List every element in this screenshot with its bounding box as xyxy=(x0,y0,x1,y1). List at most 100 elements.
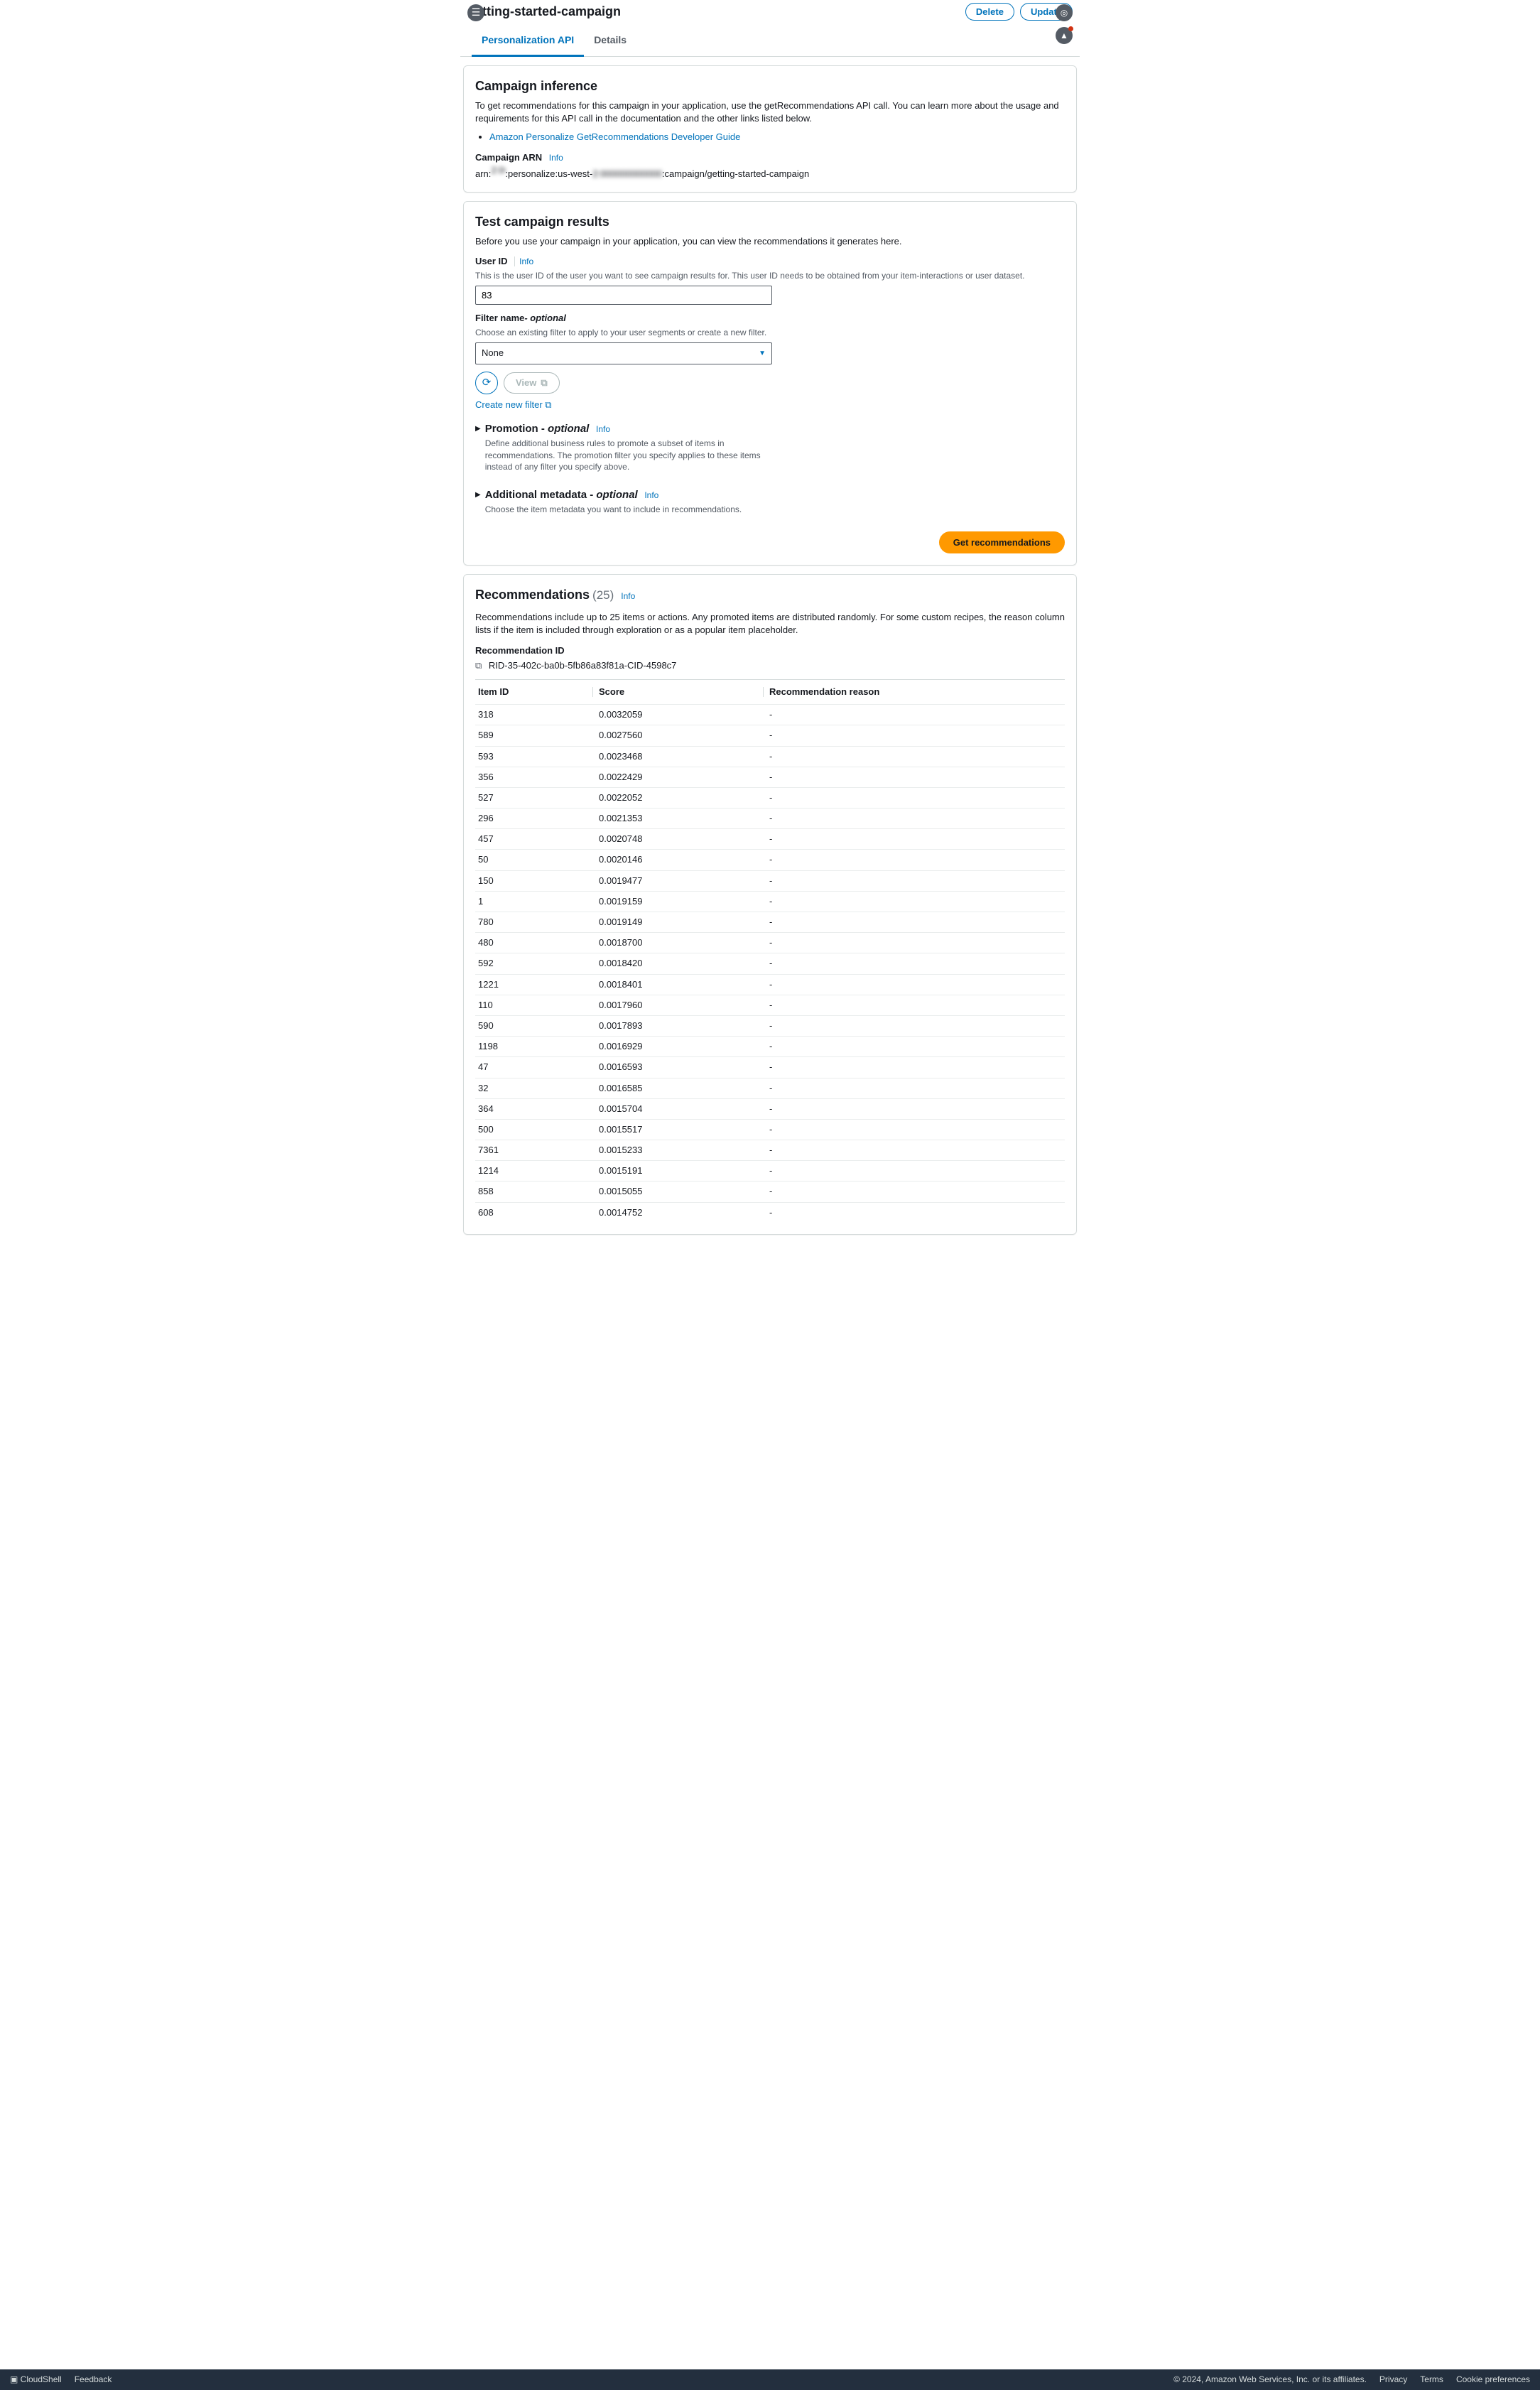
cell-score: 0.0018700 xyxy=(599,936,769,949)
view-button[interactable]: View ⧉ xyxy=(504,372,560,394)
cell-reason: - xyxy=(769,833,1062,845)
cell-item-id: 356 xyxy=(478,771,599,784)
footer: ▣ CloudShell Feedback © 2024, Amazon Web… xyxy=(0,2369,1540,2390)
filter-select[interactable]: None ▼ xyxy=(475,342,772,364)
notifications-icon[interactable]: ▲ xyxy=(1056,27,1073,44)
col-score[interactable]: Score xyxy=(599,686,769,698)
cell-reason: - xyxy=(769,1082,1062,1095)
cell-score: 0.0017960 xyxy=(599,999,769,1012)
cell-item-id: 7361 xyxy=(478,1144,599,1157)
expand-promotion-icon[interactable]: ▶ xyxy=(475,424,481,434)
cell-score: 0.0027560 xyxy=(599,729,769,742)
recommendations-info-link[interactable]: Info xyxy=(621,590,635,602)
cell-item-id: 1 xyxy=(478,895,599,908)
cell-score: 0.0022052 xyxy=(599,791,769,804)
cell-reason: - xyxy=(769,1061,1062,1074)
cell-item-id: 858 xyxy=(478,1185,599,1198)
filter-desc: Choose an existing filter to apply to yo… xyxy=(475,327,1065,339)
delete-button[interactable]: Delete xyxy=(965,3,1014,21)
cell-item-id: 480 xyxy=(478,936,599,949)
table-row: 5930.0023468- xyxy=(475,746,1065,767)
cell-score: 0.0019477 xyxy=(599,875,769,887)
tabs: Personalization API Details xyxy=(460,26,1080,57)
promotion-info-link[interactable]: Info xyxy=(596,424,610,434)
cell-item-id: 608 xyxy=(478,1206,599,1219)
cell-reason: - xyxy=(769,853,1062,866)
cell-reason: - xyxy=(769,750,1062,763)
arn-value: arn:2:000000000000:personalize:us-west-2… xyxy=(475,164,1065,180)
cell-item-id: 1214 xyxy=(478,1164,599,1177)
terminal-icon: ▣ xyxy=(10,2374,21,2384)
cell-item-id: 364 xyxy=(478,1103,599,1115)
cell-item-id: 296 xyxy=(478,812,599,825)
cell-score: 0.0023468 xyxy=(599,750,769,763)
userid-desc: This is the user ID of the user you want… xyxy=(475,270,1065,282)
get-recommendations-button[interactable]: Get recommendations xyxy=(939,531,1065,553)
table-row: 3560.0022429- xyxy=(475,767,1065,787)
cell-reason: - xyxy=(769,875,1062,887)
tab-personalization-api[interactable]: Personalization API xyxy=(472,26,584,57)
metadata-info-link[interactable]: Info xyxy=(644,490,658,500)
cloudshell-link[interactable]: ▣ CloudShell xyxy=(10,2374,62,2386)
feedback-link[interactable]: Feedback xyxy=(75,2374,112,2386)
menu-icon[interactable]: ☰ xyxy=(467,4,484,21)
campaign-inference-panel: Campaign inference To get recommendation… xyxy=(463,65,1077,193)
recommendations-title: Recommendations xyxy=(475,586,590,604)
cell-score: 0.0018420 xyxy=(599,957,769,970)
page-title: getting-started-campaign xyxy=(467,3,621,21)
col-item-id[interactable]: Item ID xyxy=(478,686,599,698)
cell-reason: - xyxy=(769,729,1062,742)
cell-reason: - xyxy=(769,978,1062,991)
refresh-button[interactable]: ⟳ xyxy=(475,372,498,394)
help-icon[interactable]: ◎ xyxy=(1056,4,1073,21)
cell-reason: - xyxy=(769,999,1062,1012)
table-row: 2960.0021353- xyxy=(475,808,1065,828)
cell-item-id: 500 xyxy=(478,1123,599,1136)
cell-reason: - xyxy=(769,1164,1062,1177)
recommendations-count: (25) xyxy=(592,587,614,604)
privacy-link[interactable]: Privacy xyxy=(1379,2374,1407,2386)
tab-details[interactable]: Details xyxy=(584,26,636,56)
external-link-icon: ⧉ xyxy=(545,399,551,410)
promotion-title: Promotion - optional xyxy=(485,423,590,435)
cell-item-id: 780 xyxy=(478,916,599,929)
copy-icon[interactable]: ⧉ xyxy=(475,660,482,671)
create-filter-link[interactable]: Create new filter xyxy=(475,399,543,410)
cell-item-id: 593 xyxy=(478,750,599,763)
cell-score: 0.0015517 xyxy=(599,1123,769,1136)
test-desc: Before you use your campaign in your app… xyxy=(475,235,1065,248)
cell-score: 0.0015704 xyxy=(599,1103,769,1115)
cell-item-id: 32 xyxy=(478,1082,599,1095)
cell-score: 0.0014752 xyxy=(599,1206,769,1219)
userid-input[interactable] xyxy=(475,286,772,305)
cell-item-id: 150 xyxy=(478,875,599,887)
table-row: 5270.0022052- xyxy=(475,787,1065,808)
table-row: 5900.0017893- xyxy=(475,1015,1065,1036)
cell-reason: - xyxy=(769,1144,1062,1157)
cookies-link[interactable]: Cookie preferences xyxy=(1456,2374,1530,2386)
copyright: © 2024, Amazon Web Services, Inc. or its… xyxy=(1173,2374,1367,2386)
arn-label: Campaign ARN xyxy=(475,152,542,163)
cell-score: 0.0032059 xyxy=(599,708,769,721)
dev-guide-link[interactable]: Amazon Personalize GetRecommendations De… xyxy=(489,131,740,142)
inference-desc: To get recommendations for this campaign… xyxy=(475,99,1065,125)
arn-info-link[interactable]: Info xyxy=(549,153,563,163)
expand-metadata-icon[interactable]: ▶ xyxy=(475,490,481,500)
cell-item-id: 1221 xyxy=(478,978,599,991)
userid-label: User ID xyxy=(475,256,508,266)
table-row: 12210.0018401- xyxy=(475,974,1065,995)
cell-score: 0.0016929 xyxy=(599,1040,769,1053)
metadata-title: Additional metadata - optional xyxy=(485,489,638,501)
userid-info-link[interactable]: Info xyxy=(514,256,533,266)
cell-reason: - xyxy=(769,1103,1062,1115)
col-reason[interactable]: Recommendation reason xyxy=(769,686,1062,698)
cell-item-id: 590 xyxy=(478,1020,599,1032)
table-row: 1500.0019477- xyxy=(475,870,1065,891)
cell-reason: - xyxy=(769,1040,1062,1053)
test-title: Test campaign results xyxy=(475,213,1065,231)
table-row: 4800.0018700- xyxy=(475,932,1065,953)
table-row: 1100.0017960- xyxy=(475,995,1065,1015)
cell-score: 0.0017893 xyxy=(599,1020,769,1032)
cell-score: 0.0015055 xyxy=(599,1185,769,1198)
terms-link[interactable]: Terms xyxy=(1420,2374,1443,2386)
